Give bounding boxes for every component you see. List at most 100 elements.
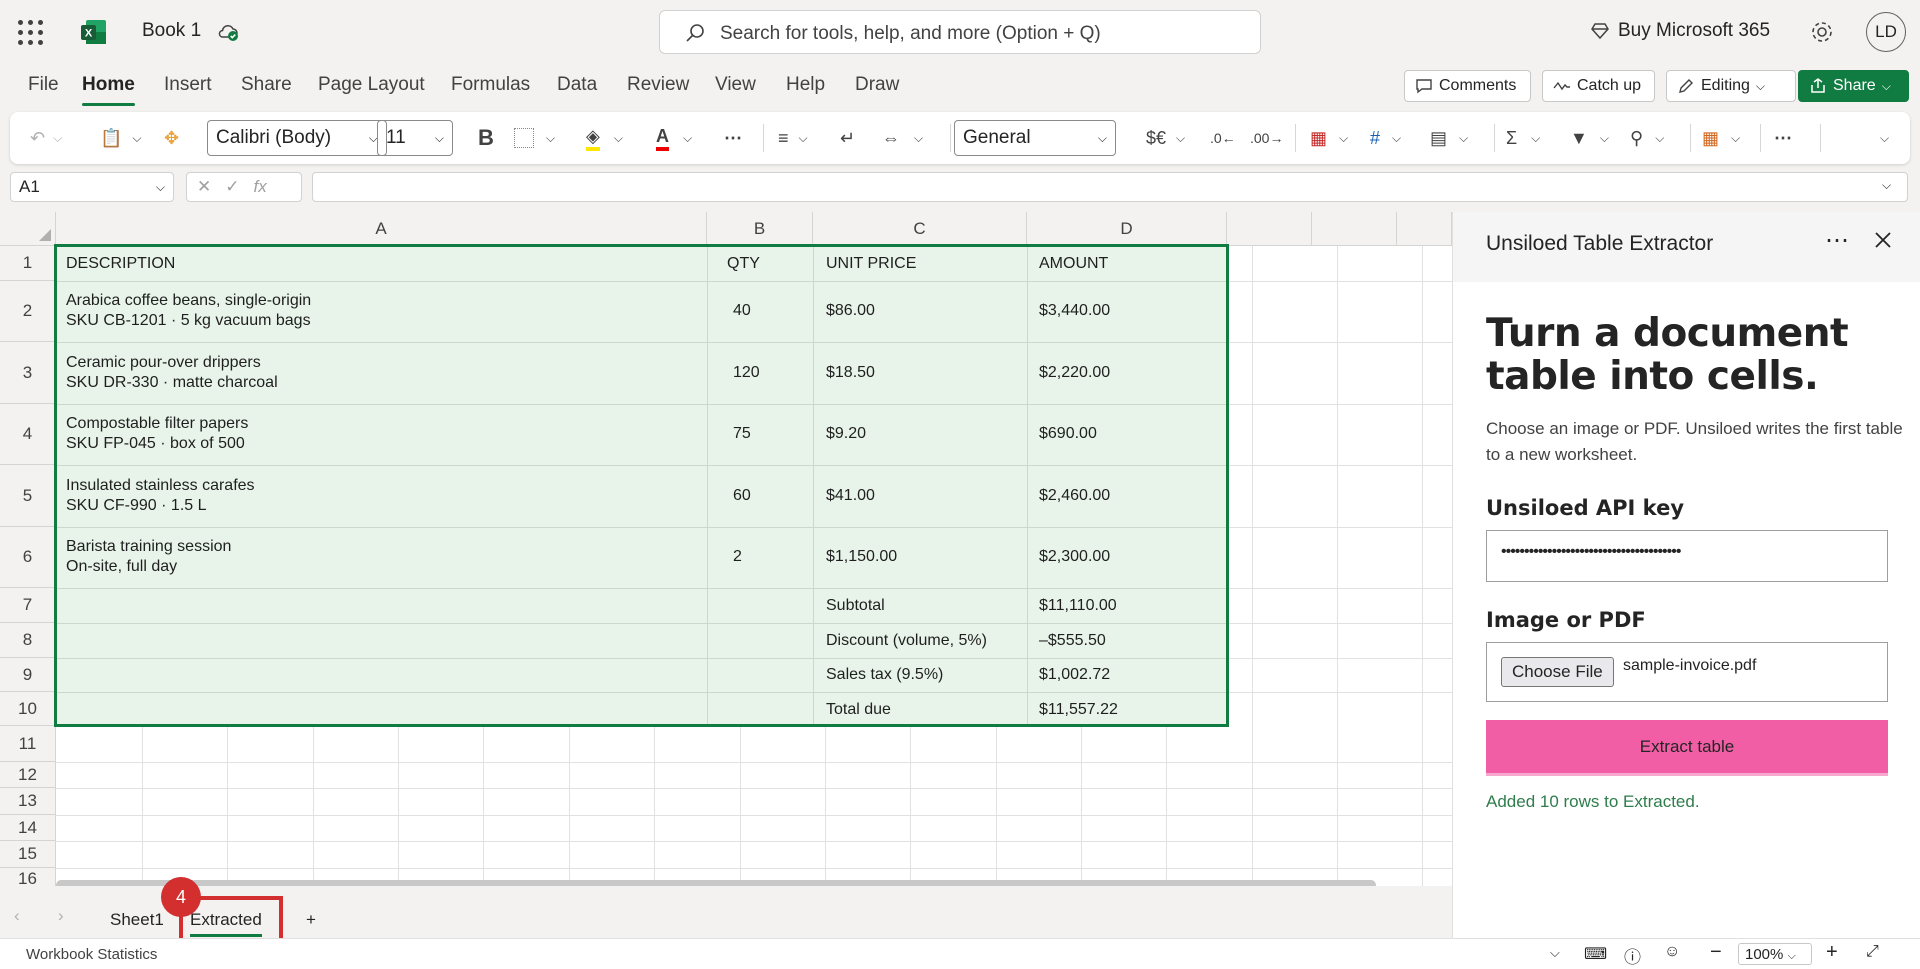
people-icon[interactable]: ☺ [1664,943,1680,961]
currency-format-icon[interactable]: $€ ⌵ [1146,124,1185,152]
cell-b6[interactable]: 2 [733,547,742,567]
row-header[interactable]: 13 [0,788,56,815]
row-header[interactable]: 2 [0,281,56,342]
cell-a5[interactable]: Insulated stainless carafes SKU CF-990 ·… [66,476,255,516]
cell-c7[interactable]: Subtotal [826,596,885,616]
cell-c9[interactable]: Sales tax (9.5%) [826,665,943,685]
find-icon[interactable]: ⚲ ⌵ [1630,124,1664,152]
row-header[interactable]: 15 [0,841,56,868]
chevron-down-icon[interactable]: ⌵ [1882,178,1891,193]
sheet-tab-sheet1[interactable]: Sheet1 [110,910,164,930]
next-sheet-icon[interactable]: › [58,906,64,926]
increase-decimal-icon[interactable]: .00→ [1250,124,1283,152]
zoom-out-icon[interactable]: − [1710,941,1722,964]
cell-d6[interactable]: $2,300.00 [1039,547,1110,567]
file-input[interactable]: Choose File sample-invoice.pdf [1486,642,1888,702]
cell-c2[interactable]: $86.00 [826,301,875,321]
bold-button[interactable]: B [478,124,494,152]
more-options-icon[interactable]: ⋯ [1825,226,1850,255]
settings-gear-icon[interactable] [1808,18,1836,46]
menu-share[interactable]: Share [241,74,292,96]
add-sheet-button[interactable]: + [306,910,316,930]
menu-draw[interactable]: Draw [855,74,899,96]
row-header[interactable]: 8 [0,623,56,658]
api-key-input[interactable]: ••••••••••••••••••••••••••••••••••••••• [1486,530,1888,582]
column-header-f[interactable] [1312,212,1397,246]
row-header[interactable]: 9 [0,658,56,692]
search-box[interactable]: Search for tools, help, and more (Option… [659,10,1261,54]
cancel-icon[interactable]: ✕ [197,177,211,197]
cell-b5[interactable]: 60 [733,486,751,506]
cell-c8[interactable]: Discount (volume, 5%) [826,631,987,651]
catch-up-button[interactable]: Catch up [1542,70,1655,102]
cell-a4[interactable]: Compostable filter papers SKU FP-045 · b… [66,414,248,454]
cell-d2[interactable]: $3,440.00 [1039,301,1110,321]
clipboard-icon[interactable]: 📋 ⌵ [100,124,142,152]
wrap-text-icon[interactable]: ↵ [840,124,855,152]
font-name-select[interactable]: Calibri (Body) ⌵ [207,120,387,156]
autosum-icon[interactable]: Σ ⌵ [1506,124,1540,152]
add-ins-icon[interactable]: ▦ ⌵ [1702,124,1740,152]
prev-sheet-icon[interactable]: ‹ [14,906,20,926]
cell-b1[interactable]: QTY [727,254,760,274]
more-font-options-icon[interactable]: ⋯ [724,124,744,152]
fullscreen-icon[interactable]: ⤢ [1866,943,1879,961]
row-header[interactable]: 3 [0,342,56,404]
cell-c6[interactable]: $1,150.00 [826,547,897,567]
align-icon[interactable]: ≡ ⌵ [778,124,808,152]
keyboard-icon[interactable]: ⌨ [1584,944,1607,964]
cell-c3[interactable]: $18.50 [826,363,875,383]
workbook-statistics[interactable]: Workbook Statistics [26,946,157,963]
cell-styles-icon[interactable]: ▤ ⌵ [1430,124,1468,152]
row-header[interactable]: 10 [0,692,56,726]
font-size-select[interactable]: 11 ⌵ [377,120,453,156]
more-options-icon[interactable]: ⋯ [1774,124,1794,152]
extract-table-button[interactable]: Extract table [1486,720,1888,776]
row-header[interactable]: 11 [0,726,56,762]
menu-page-layout[interactable]: Page Layout [318,74,425,96]
cell-b3[interactable]: 120 [733,363,760,383]
cell-d5[interactable]: $2,460.00 [1039,486,1110,506]
menu-review[interactable]: Review [627,74,689,96]
decrease-decimal-icon[interactable]: .0← [1210,124,1236,152]
fill-color-icon[interactable]: ◈ ⌵ [586,124,623,152]
name-box[interactable]: A1 ⌵ [10,172,174,202]
row-header[interactable]: 4 [0,404,56,465]
row-header[interactable]: 1 [0,246,56,281]
column-header-e[interactable] [1227,212,1312,246]
cell-d8[interactable]: –$555.50 [1039,631,1106,651]
undo-icon[interactable]: ↶ ⌵ [30,124,62,152]
comments-button[interactable]: Comments [1404,70,1531,102]
close-icon[interactable] [1873,230,1893,250]
editing-mode-button[interactable]: Editing ⌵ [1666,70,1796,102]
column-header-b[interactable]: B [707,212,813,246]
buy-microsoft-365-link[interactable]: Buy Microsoft 365 [1590,20,1770,42]
user-avatar[interactable]: LD [1866,12,1906,52]
cell-c4[interactable]: $9.20 [826,424,866,444]
row-header[interactable]: 16 [0,868,56,886]
column-header-g[interactable] [1397,212,1452,246]
chevron-down-icon[interactable]: ⌵ [1550,945,1560,961]
select-all-corner[interactable] [0,212,56,246]
menu-data[interactable]: Data [557,74,597,96]
column-header-a[interactable]: A [56,212,707,246]
merge-cells-icon[interactable]: ⇔ ⌵ [882,124,923,152]
cell-d7[interactable]: $11,110.00 [1039,596,1117,616]
row-header[interactable]: 14 [0,815,56,841]
cell-d10[interactable]: $11,557.22 [1039,700,1118,720]
cell-d3[interactable]: $2,220.00 [1039,363,1110,383]
row-header[interactable]: 6 [0,527,56,588]
menu-help[interactable]: Help [786,74,825,96]
share-button[interactable]: Share ⌵ [1798,70,1909,102]
spreadsheet-grid[interactable]: A B C D 1 2 3 4 5 6 7 8 9 10 11 12 13 14… [0,212,1452,886]
formula-input[interactable] [312,172,1908,202]
cell-d9[interactable]: $1,002.72 [1039,665,1110,685]
menu-file[interactable]: File [28,74,59,96]
cell-a1[interactable]: DESCRIPTION [66,254,175,274]
menu-home[interactable]: Home [82,74,135,106]
column-header-c[interactable]: C [813,212,1027,246]
menu-insert[interactable]: Insert [164,74,212,96]
cell-a3[interactable]: Ceramic pour-over drippers SKU DR-330 · … [66,353,278,393]
cell-c1[interactable]: UNIT PRICE [826,254,916,274]
zoom-select[interactable]: 100% ⌵ [1738,943,1812,965]
